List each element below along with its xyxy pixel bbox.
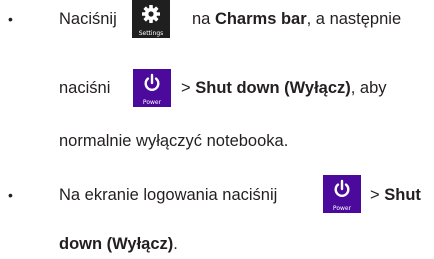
shut-down-term: Shut down (Wyłącz) (195, 79, 351, 97)
instruction-text: down (Wyłącz). (59, 235, 178, 253)
bullet-marker: • (8, 187, 13, 203)
charms-bar-term: Charms bar (214, 10, 307, 28)
power-icon (144, 73, 160, 91)
gear-icon (142, 5, 160, 23)
power-icon (334, 179, 350, 197)
instruction-text: > Shut down (Wyłącz), aby (181, 79, 387, 97)
settings-tile: Settings (132, 0, 170, 38)
power-tile: Power (323, 175, 361, 213)
settings-tile-label: Settings (138, 30, 164, 37)
instruction-text: na Charms bar, a następnie (192, 10, 402, 28)
shut-down-term: down (Wyłącz) (59, 235, 174, 253)
shut-term: Shut (384, 186, 421, 204)
power-tile-label: Power (142, 99, 162, 106)
power-tile-label: Power (332, 205, 352, 212)
instruction-text: normalnie wyłączyć notebooka. (59, 132, 289, 150)
instruction-text: naciśni (59, 79, 111, 97)
instruction-text: Na ekranie logowania naciśnij (59, 186, 278, 204)
bullet-marker: • (8, 11, 13, 27)
power-tile: Power (133, 69, 171, 107)
instruction-text: Naciśnij (59, 10, 117, 28)
instruction-text: > Shut (370, 186, 421, 204)
